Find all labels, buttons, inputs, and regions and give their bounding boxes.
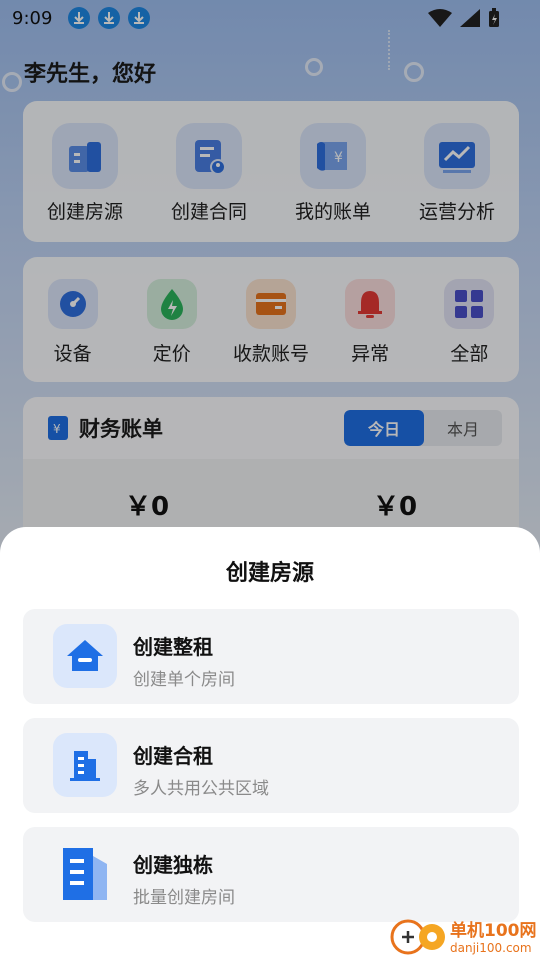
- watermark-logo: [390, 913, 448, 957]
- option-desc: 创建单个房间: [133, 670, 235, 690]
- house-icon: [53, 624, 117, 688]
- option-desc: 多人共用公共区域: [133, 779, 269, 799]
- watermark-en: danji100.com: [450, 940, 532, 955]
- sheet-title: 创建房源: [225, 561, 314, 586]
- option-shared-rent[interactable]: 创建合租 多人共用公共区域: [23, 718, 519, 813]
- option-desc: 批量创建房间: [133, 888, 235, 908]
- option-title: 创建整租: [133, 635, 213, 659]
- option-title: 创建独栋: [133, 853, 213, 877]
- option-title: 创建合租: [133, 744, 213, 768]
- tower-icon: [53, 842, 117, 906]
- watermark: 单机100网 danji100.com: [390, 910, 540, 960]
- watermark-cn: 单机100网: [450, 920, 537, 941]
- building-icon: [53, 733, 117, 797]
- create-property-sheet: 创建房源 创建整租 创建单个房间 创建合租 多人共用公共区域 创建独栋 批量创建…: [0, 527, 540, 960]
- option-detached-building[interactable]: 创建独栋 批量创建房间: [23, 827, 519, 922]
- option-whole-rent[interactable]: 创建整租 创建单个房间: [23, 609, 519, 704]
